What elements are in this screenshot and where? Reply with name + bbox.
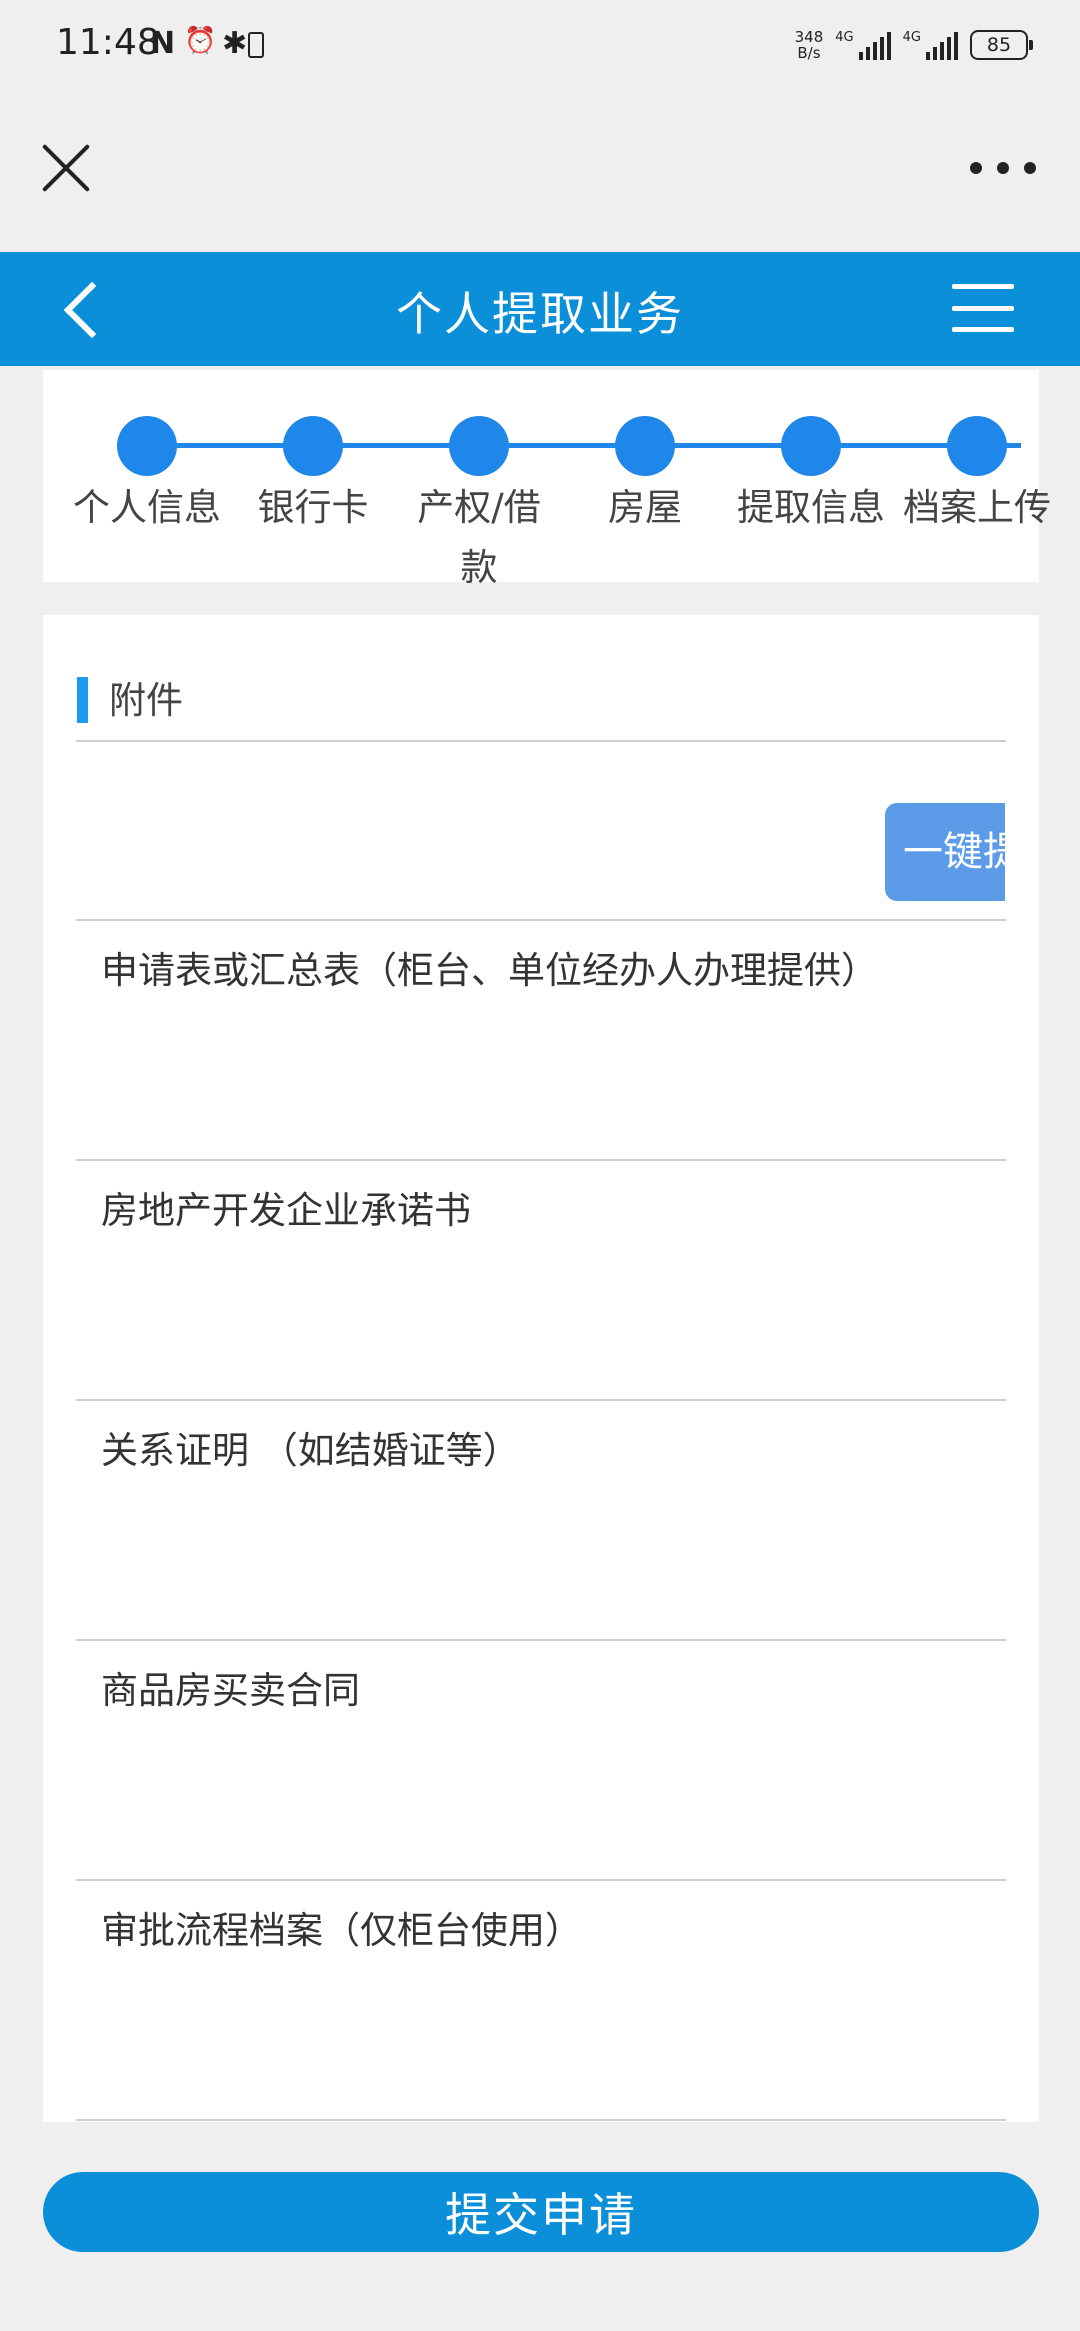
divider [76,1879,1006,1881]
hamburger-menu-icon[interactable] [952,284,1014,332]
step-label-house: 房屋 [608,486,682,529]
step-dot-1 [117,416,177,476]
steps-connector-line [147,443,1021,448]
step-dot-3 [449,416,509,476]
signal-2-icon: 4G [903,30,958,60]
divider [76,740,1006,742]
divider [76,919,1006,921]
step-label-property-loan: 产权/借 款 [417,486,541,589]
step-dot-4 [615,416,675,476]
status-time: 11:48 [56,22,160,63]
page-title: 个人提取业务 [396,287,684,341]
app-header: 个人提取业务 [0,252,1080,366]
battery-level: 85 [986,34,1012,56]
doc-developer-commitment[interactable]: 房地产开发企业承诺书 [101,1180,471,1234]
divider [76,1639,1006,1641]
more-options-icon[interactable] [970,160,1036,176]
nfc-icon: N [150,26,176,61]
signal-1-label: 4G [835,30,854,45]
progress-steps: 个人信息 银行卡 产权/借 款 房屋 提取信息 档案上传 [43,370,1051,589]
attachments-section: 附件 一键提交 申请表或汇总表（柜台、单位经办人办理提供） 房地产开发企业承诺书… [43,615,1039,2122]
step-label-bank-card: 银行卡 [257,486,369,529]
doc-approval-archive[interactable]: 审批流程档案（仅柜台使用） [101,1900,582,1954]
step-label-personal-info: 个人信息 [73,486,221,529]
network-speed: 348 B/s [795,29,824,61]
step-dot-2 [283,416,343,476]
submit-application-button[interactable]: 提交申请 [43,2172,1039,2252]
attachments-title: 附件 [109,679,183,722]
step-label-archive-upload: 档案上传 [903,486,1051,529]
status-right-group: 348 B/s 4G 4G 85 [795,24,1033,66]
doc-relationship-proof[interactable]: 关系证明 （如结婚证等） [101,1420,520,1474]
signal-2-label: 4G [902,30,921,45]
divider [76,2119,1006,2121]
close-icon[interactable] [38,140,94,196]
battery-saver-icon [248,32,264,58]
signal-1-icon: 4G [835,30,891,60]
doc-purchase-contract[interactable]: 商品房买卖合同 [101,1660,360,1714]
network-speed-value: 348 [794,28,824,46]
divider [76,1159,1006,1161]
step-dot-5 [781,416,841,476]
status-bar: 11:48 N ⏰ ✱ 348 B/s 4G 4G 85 [0,0,1080,90]
divider [76,1399,1006,1401]
doc-application-form[interactable]: 申请表或汇总表（柜台、单位经办人办理提供） [101,940,878,994]
battery-icon: 85 [970,30,1033,60]
alarm-icon: ⏰ [184,26,217,56]
section-accent-bar [77,677,88,723]
bluetooth-icon: ✱ [222,26,248,61]
step-label-withdrawal-info: 提取信息 [737,486,885,529]
network-speed-unit: B/s [797,44,821,62]
step-dot-6 [947,416,1007,476]
one-click-submit-button[interactable]: 一键提交 [885,803,1005,901]
